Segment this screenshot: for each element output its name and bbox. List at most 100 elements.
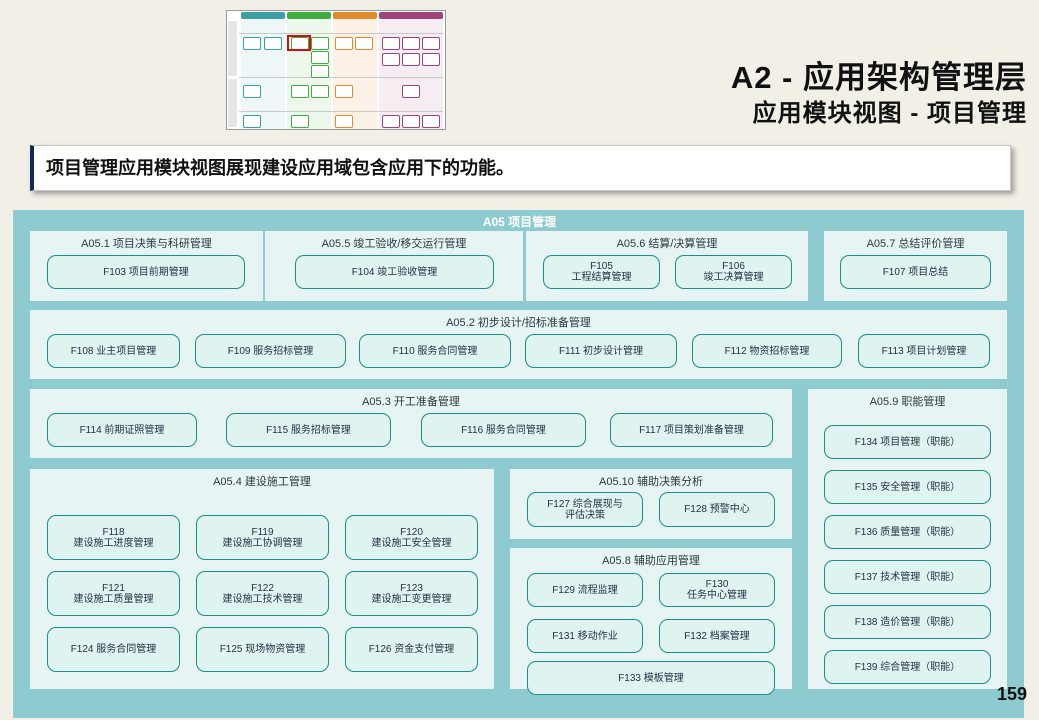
thumb-node <box>382 53 400 66</box>
thumb-node <box>422 115 440 128</box>
module-f120[interactable]: F120 建设施工安全管理 <box>345 515 478 560</box>
module-f105[interactable]: F105 工程结算管理 <box>543 255 660 289</box>
thumb-row-label <box>228 79 237 127</box>
page-title: A2 - 应用架构管理层 <box>730 60 1027 95</box>
group-title: A05.2 初步设计/招标准备管理 <box>446 317 591 329</box>
thumb-divider <box>239 77 443 78</box>
group-title: A05.4 建设施工管理 <box>213 476 311 488</box>
module-f119[interactable]: F119 建设施工协调管理 <box>196 515 329 560</box>
thumb-node <box>243 37 261 50</box>
module-f130[interactable]: F130 任务中心管理 <box>659 573 775 607</box>
module-f134[interactable]: F134 项目管理（职能） <box>824 425 991 459</box>
module-f117[interactable]: F117 项目策划准备管理 <box>610 413 773 447</box>
group-title: A05.6 结算/决算管理 <box>616 238 718 250</box>
module-f113[interactable]: F113 项目计划管理 <box>858 334 990 368</box>
module-f129[interactable]: F129 流程监理 <box>527 573 643 607</box>
module-f138[interactable]: F138 造价管理（职能） <box>824 605 991 639</box>
group-a05-7: A05.7 总结评价管理 F107 项目总结 <box>824 231 1007 301</box>
thumb-node <box>291 85 309 98</box>
thumb-band-green <box>287 12 331 19</box>
thumb-node <box>264 37 282 50</box>
thumb-band-orange <box>333 12 377 19</box>
module-f104[interactable]: F104 竣工验收管理 <box>295 255 494 289</box>
group-a05-5: A05.5 竣工验收/移交运行管理 F104 竣工验收管理 <box>265 231 523 301</box>
thumb-divider <box>239 111 443 112</box>
page-number: 159 <box>996 684 1027 704</box>
thumb-node <box>422 37 440 50</box>
group-a05-10: A05.10 辅助决策分析 F127 综合展现与 评估决策 F128 预警中心 <box>510 469 792 539</box>
group-a05-1: A05.1 项目决策与科研管理 F103 项目前期管理 <box>30 231 263 301</box>
module-f128[interactable]: F128 预警中心 <box>659 492 775 527</box>
group-title: A05.3 开工准备管理 <box>362 396 460 408</box>
thumb-node <box>402 37 420 50</box>
thumb-col-3 <box>333 19 377 129</box>
thumb-node <box>243 115 261 128</box>
thumb-node <box>335 115 353 128</box>
thumb-node <box>335 37 353 50</box>
module-f127[interactable]: F127 综合展现与 评估决策 <box>527 492 643 527</box>
group-title: A05.5 竣工验收/移交运行管理 <box>321 238 467 250</box>
group-a05-2: A05.2 初步设计/招标准备管理 F108 业主项目管理 F109 服务招标管… <box>30 310 1007 379</box>
thumb-node <box>402 53 420 66</box>
module-f112[interactable]: F112 物资招标管理 <box>692 334 842 368</box>
diagram-title: A05 项目管理 <box>482 215 557 229</box>
thumb-highlight-box <box>287 35 311 51</box>
module-f111[interactable]: F111 初步设计管理 <box>525 334 677 368</box>
module-f124[interactable]: F124 服务合同管理 <box>47 627 180 672</box>
module-f131[interactable]: F131 移动作业 <box>527 619 643 653</box>
page-subtitle: 应用模块视图 - 项目管理 <box>752 100 1027 127</box>
module-f135[interactable]: F135 安全管理（职能） <box>824 470 991 504</box>
group-title: A05.8 辅助应用管理 <box>602 555 700 567</box>
thumb-node <box>355 37 373 50</box>
description-box: 项目管理应用模块视图展现建设应用域包含应用下的功能。 <box>30 145 1011 191</box>
thumb-band-purple <box>379 12 443 19</box>
thumb-band-teal <box>241 12 285 19</box>
module-f123[interactable]: F123 建设施工变更管理 <box>345 571 478 616</box>
thumb-col-4 <box>379 19 443 129</box>
thumb-col-1 <box>241 19 285 129</box>
module-f139[interactable]: F139 综合管理（职能） <box>824 650 991 684</box>
thumb-node <box>311 85 329 98</box>
group-title: A05.1 项目决策与科研管理 <box>81 238 212 250</box>
module-f125[interactable]: F125 现场物资管理 <box>196 627 329 672</box>
module-f121[interactable]: F121 建设施工质量管理 <box>47 571 180 616</box>
module-f137[interactable]: F137 技术管理（职能） <box>824 560 991 594</box>
module-f106[interactable]: F106 竣工决算管理 <box>675 255 792 289</box>
module-f103[interactable]: F103 项目前期管理 <box>47 255 245 289</box>
thumb-node <box>311 65 329 78</box>
thumb-node <box>422 53 440 66</box>
group-a05-3: A05.3 开工准备管理 F114 前期证照管理 F115 服务招标管理 F11… <box>30 389 792 458</box>
module-f116[interactable]: F116 服务合同管理 <box>421 413 586 447</box>
module-f126[interactable]: F126 资金支付管理 <box>345 627 478 672</box>
thumb-node <box>243 85 261 98</box>
thumb-node <box>335 85 353 98</box>
thumb-node <box>311 51 329 64</box>
thumb-row-label <box>228 21 237 76</box>
group-a05-6: A05.6 结算/决算管理 F105 工程结算管理 F106 竣工决算管理 <box>526 231 808 301</box>
thumb-node <box>402 85 420 98</box>
module-f136[interactable]: F136 质量管理（职能） <box>824 515 991 549</box>
module-f133[interactable]: F133 模板管理 <box>527 661 775 695</box>
thumb-node <box>291 115 309 128</box>
module-f110[interactable]: F110 服务合同管理 <box>359 334 511 368</box>
group-title: A05.7 总结评价管理 <box>866 238 965 250</box>
thumb-node <box>382 37 400 50</box>
module-f107[interactable]: F107 项目总结 <box>840 255 991 289</box>
group-title: A05.9 职能管理 <box>869 396 946 408</box>
group-a05-8: A05.8 辅助应用管理 F129 流程监理 F130 任务中心管理 F131 … <box>510 548 792 695</box>
thumb-node <box>402 115 420 128</box>
module-f118[interactable]: F118 建设施工进度管理 <box>47 515 180 560</box>
thumb-node <box>382 115 400 128</box>
module-f108[interactable]: F108 业主项目管理 <box>47 334 180 368</box>
thumb-divider <box>239 33 443 34</box>
group-a05-4: A05.4 建设施工管理 F118 建设施工进度管理 F119 建设施工协调管理… <box>30 469 494 689</box>
architecture-thumbnail <box>226 10 446 130</box>
group-a05-9: A05.9 职能管理 F134 项目管理（职能） F135 安全管理（职能） F… <box>808 389 1007 689</box>
module-f115[interactable]: F115 服务招标管理 <box>226 413 391 447</box>
group-title: A05.10 辅助决策分析 <box>599 476 703 488</box>
module-f132[interactable]: F132 档案管理 <box>659 619 775 653</box>
module-f122[interactable]: F122 建设施工技术管理 <box>196 571 329 616</box>
module-f109[interactable]: F109 服务招标管理 <box>195 334 346 368</box>
module-f114[interactable]: F114 前期证照管理 <box>47 413 197 447</box>
thumb-node <box>311 37 329 50</box>
